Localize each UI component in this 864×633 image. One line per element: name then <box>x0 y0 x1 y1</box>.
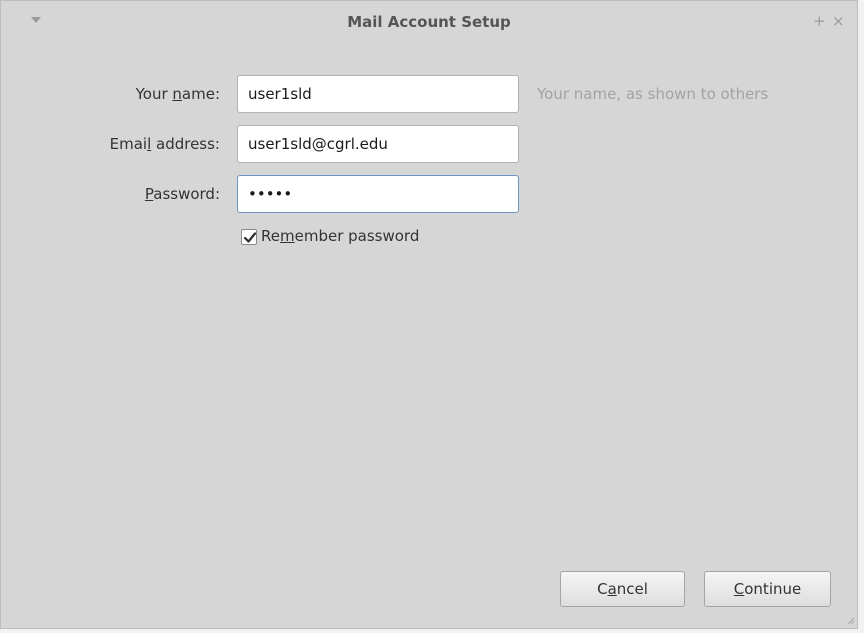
mail-account-setup-window: Mail Account Setup + × Your name: user1s… <box>0 0 858 629</box>
maximize-icon[interactable]: + <box>813 11 826 31</box>
resize-grip-icon[interactable] <box>845 615 855 625</box>
email-label: Email address: <box>109 135 220 153</box>
continue-button[interactable]: Continue <box>704 571 831 607</box>
name-label: Your name: <box>135 85 220 103</box>
cancel-button[interactable]: Cancel <box>560 571 685 607</box>
check-icon <box>243 232 257 243</box>
remember-password-label[interactable]: Remember password <box>261 227 419 245</box>
close-icon[interactable]: × <box>832 11 845 31</box>
password-label: Password: <box>144 185 220 203</box>
remember-password-checkbox[interactable] <box>241 229 257 245</box>
email-field[interactable]: user1sld@cgrl.edu <box>237 125 519 163</box>
name-hint: Your name, as shown to others <box>537 85 769 103</box>
title-bar: Mail Account Setup + × <box>1 1 857 45</box>
window-title: Mail Account Setup <box>347 13 511 31</box>
name-field[interactable]: user1sld <box>237 75 519 113</box>
password-field[interactable]: ••••• <box>237 175 519 213</box>
